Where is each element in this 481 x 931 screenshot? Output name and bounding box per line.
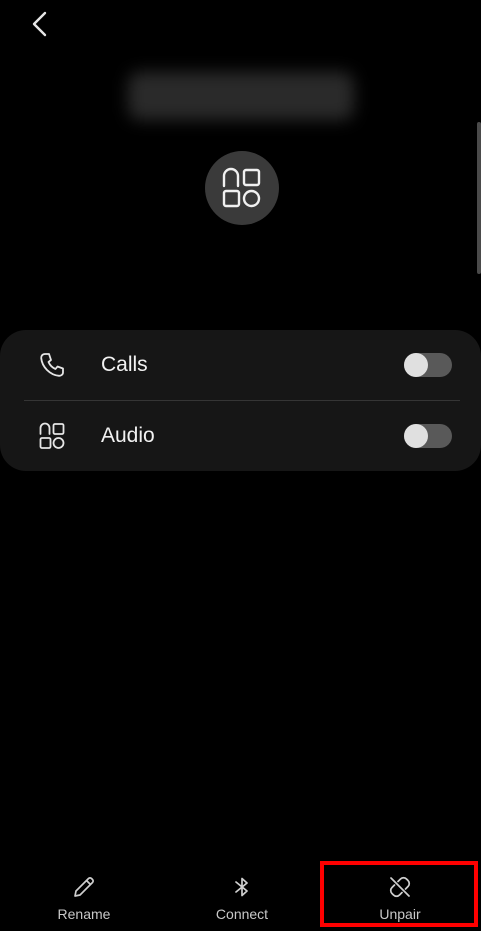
calls-toggle[interactable]: [404, 353, 452, 377]
setting-label-audio: Audio: [101, 424, 155, 447]
connect-label: Connect: [215, 906, 269, 922]
unpair-button[interactable]: Unpair: [330, 860, 470, 931]
bluetooth-icon: [229, 874, 255, 900]
unpair-label: Unpair: [379, 906, 421, 922]
setting-row-audio[interactable]: Audio: [0, 401, 481, 471]
bottom-action-bar: Rename Connect Unpair: [0, 860, 481, 931]
rename-button[interactable]: Rename: [14, 860, 154, 931]
back-button[interactable]: [20, 4, 60, 44]
phone-icon: [38, 351, 66, 379]
device-avatar: [205, 151, 279, 225]
settings-card: Calls Audio: [0, 330, 481, 471]
pencil-icon: [71, 874, 97, 900]
connect-button[interactable]: Connect: [172, 860, 312, 931]
setting-label-calls: Calls: [101, 353, 148, 376]
chevron-left-icon: [32, 11, 47, 37]
toggle-knob: [404, 424, 428, 448]
apps-grid-icon: [38, 422, 66, 450]
rename-label: Rename: [57, 906, 111, 922]
toggle-knob: [404, 353, 428, 377]
device-name-redacted: [128, 72, 354, 120]
unlink-icon: [387, 874, 413, 900]
audio-toggle[interactable]: [404, 424, 452, 448]
scroll-indicator: [477, 122, 481, 274]
device-type-icon: [222, 167, 261, 208]
setting-row-calls[interactable]: Calls: [0, 330, 481, 400]
